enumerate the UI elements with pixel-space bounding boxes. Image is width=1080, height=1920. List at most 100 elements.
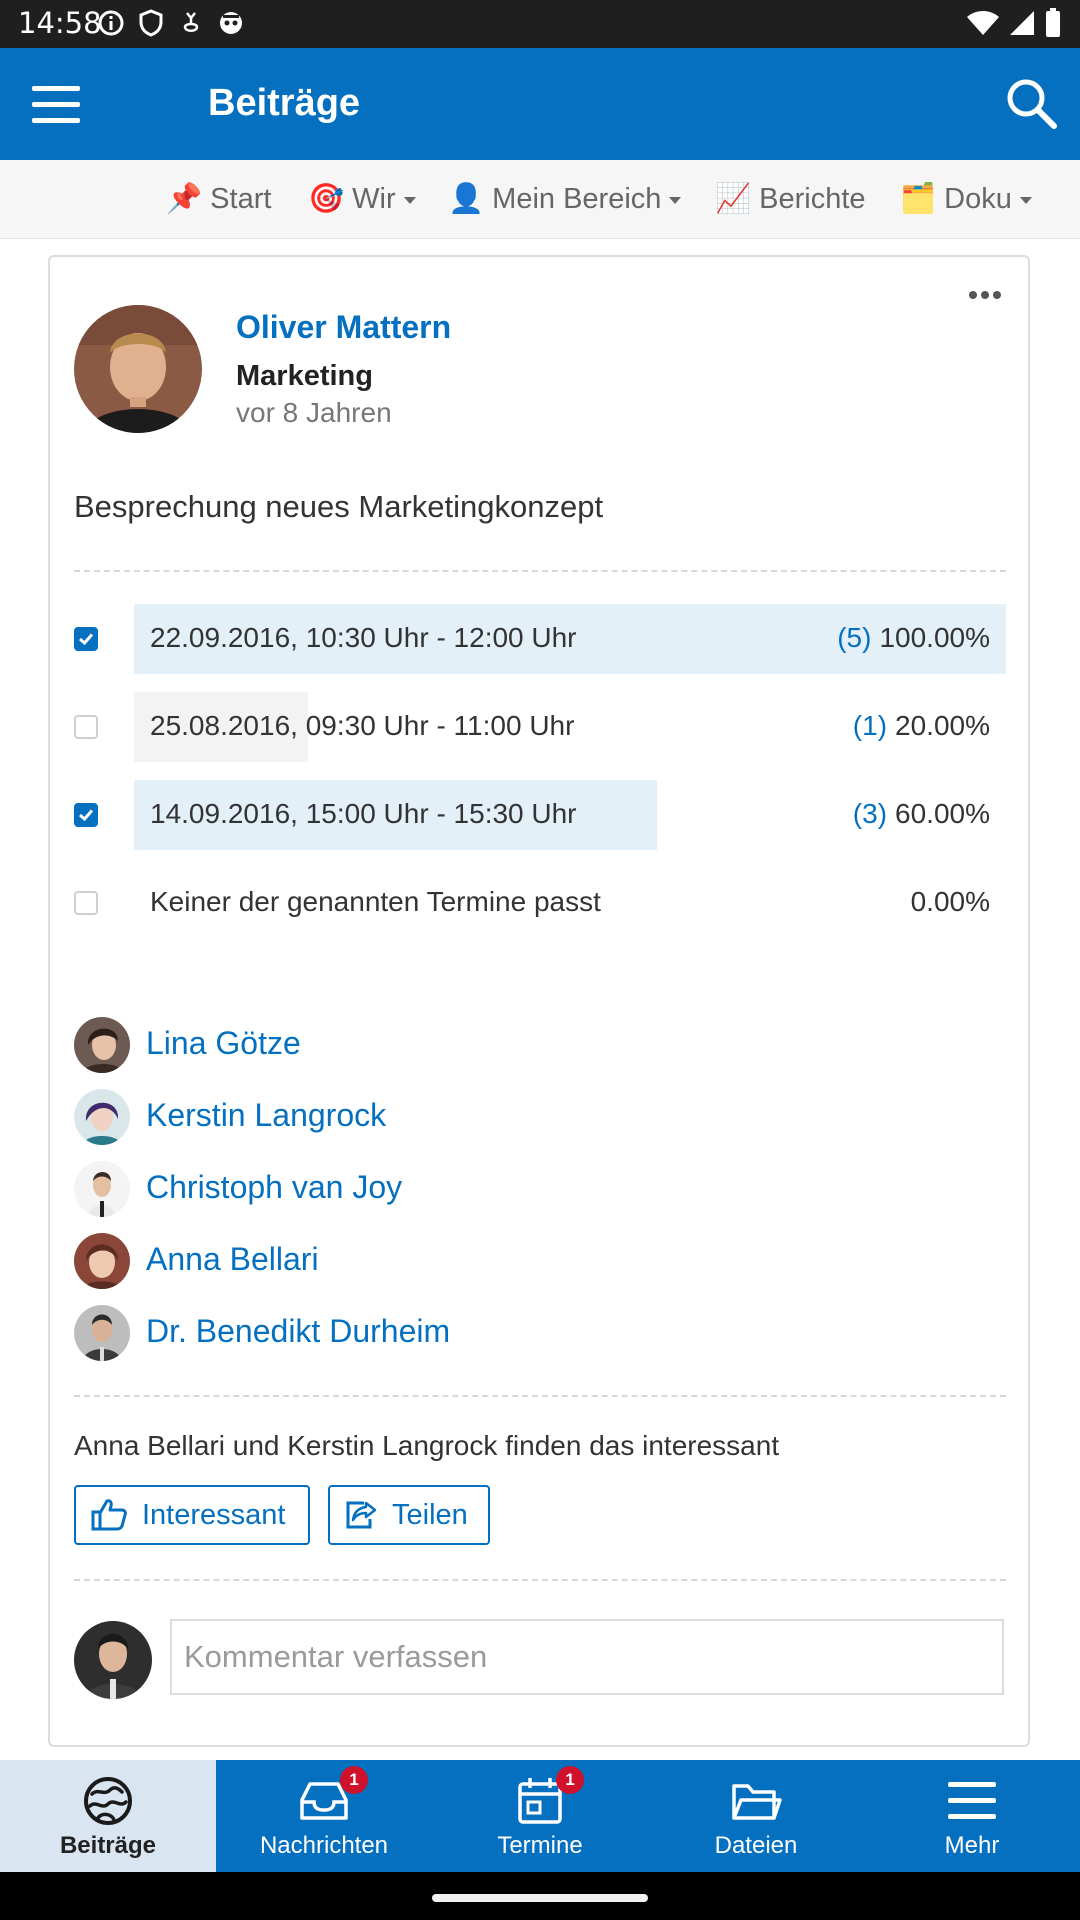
- vote-percent: 100.00%: [879, 622, 990, 653]
- poll-checkbox[interactable]: [74, 627, 98, 651]
- voter-item[interactable]: Lina Götze: [74, 1017, 674, 1075]
- voter-name[interactable]: Anna Bellari: [146, 1241, 319, 1278]
- notification-badge: 1: [556, 1766, 584, 1794]
- likes-summary: Anna Bellari und Kerstin Langrock finden…: [74, 1430, 780, 1461]
- beitraege-icon: [84, 1777, 132, 1825]
- author-department: Marketing: [236, 360, 373, 392]
- check-icon: [79, 633, 94, 646]
- nav-item-wir[interactable]: 🎯 Wir: [308, 182, 416, 216]
- vote-count[interactable]: (1): [853, 710, 887, 741]
- status-bar: 14:58: [0, 0, 1080, 48]
- poll-option[interactable]: 25.08.2016, 09:30 Uhr - 11:00 Uhr (1) 20.…: [74, 692, 1006, 762]
- info-icon: [96, 8, 126, 38]
- poll-option-label: 22.09.2016, 10:30 Uhr - 12:00 Uhr: [150, 622, 577, 653]
- tab-dateien[interactable]: Dateien: [648, 1760, 864, 1872]
- poll-option[interactable]: 14.09.2016, 15:00 Uhr - 15:30 Uhr (3) 60.…: [74, 780, 1006, 850]
- home-gesture-handle[interactable]: [432, 1894, 648, 1902]
- voter-item[interactable]: Anna Bellari: [74, 1233, 674, 1291]
- poll-option-label: 14.09.2016, 15:00 Uhr - 15:30 Uhr: [150, 798, 577, 829]
- author-avatar[interactable]: [74, 305, 202, 433]
- voter-name[interactable]: Christoph van Joy: [146, 1169, 402, 1206]
- search-icon: [1007, 79, 1057, 129]
- face-icon: [216, 8, 246, 38]
- wifi-icon: [966, 9, 1000, 42]
- network-icon: [176, 8, 206, 38]
- voter-avatar[interactable]: [74, 1161, 130, 1217]
- nav-item-start[interactable]: 📌 Start: [166, 182, 271, 216]
- voter-item[interactable]: Christoph van Joy: [74, 1161, 674, 1219]
- comment-input[interactable]: [170, 1619, 1004, 1695]
- tab-beitraege[interactable]: Beiträge: [0, 1760, 216, 1872]
- divider: [74, 1579, 1006, 1581]
- poll-option-stat: (5) 100.00%: [837, 622, 990, 654]
- tab-nachrichten[interactable]: 1 Nachrichten: [216, 1760, 432, 1872]
- voter-item[interactable]: Dr. Benedikt Durheim: [74, 1305, 674, 1363]
- divider: [74, 1395, 1006, 1397]
- gesture-bar: [0, 1872, 1080, 1920]
- voter-item[interactable]: Kerstin Langrock: [74, 1089, 674, 1147]
- poll-option[interactable]: Keiner der genannten Termine passt 0.00%: [74, 868, 1006, 938]
- user-icon: 👤: [448, 183, 485, 215]
- more-options-button[interactable]: [968, 287, 1002, 299]
- shield-icon: [136, 8, 166, 38]
- tab-label: Dateien: [714, 1832, 798, 1859]
- target-icon: 🎯: [308, 183, 345, 215]
- app-bar: Beiträge: [0, 48, 1080, 160]
- poll-option-label: Keiner der genannten Termine passt: [150, 886, 601, 917]
- tab-mehr[interactable]: Mehr: [864, 1760, 1080, 1872]
- vote-percent: 0.00%: [910, 886, 990, 917]
- voter-avatar[interactable]: [74, 1089, 130, 1145]
- poll-option[interactable]: 22.09.2016, 10:30 Uhr - 12:00 Uhr (5) 100…: [74, 604, 1006, 674]
- tab-label: Termine: [497, 1832, 583, 1859]
- poll-checkbox[interactable]: [74, 891, 98, 915]
- author-name[interactable]: Oliver Mattern: [236, 309, 451, 346]
- vote-percent: 20.00%: [895, 710, 990, 741]
- battery-icon: [1044, 8, 1062, 43]
- interesting-button-label: Interessant: [142, 1498, 286, 1531]
- voter-name[interactable]: Kerstin Langrock: [146, 1097, 386, 1134]
- bottom-tab-bar: Beiträge 1 Nachrichten 1 Termine Dateien…: [0, 1760, 1080, 1872]
- vote-count[interactable]: (5): [837, 622, 871, 653]
- vote-count[interactable]: (3): [853, 798, 887, 829]
- check-icon: [79, 809, 94, 822]
- tab-termine[interactable]: 1 Termine: [432, 1760, 648, 1872]
- thumbs-up-icon: [91, 1499, 127, 1531]
- poll-option-stat: 0.00%: [911, 886, 990, 918]
- share-button[interactable]: Teilen: [328, 1485, 490, 1545]
- chevron-down-icon: [1019, 196, 1032, 204]
- voter-name[interactable]: Dr. Benedikt Durheim: [146, 1313, 450, 1350]
- more-horizontal-icon: [969, 291, 1001, 299]
- post-title: Besprechung neues Marketingkonzept: [74, 489, 604, 524]
- page-title: Beiträge: [208, 82, 361, 124]
- share-button-label: Teilen: [392, 1498, 468, 1531]
- divider: [74, 570, 1006, 572]
- poll-option-stat: (1) 20.00%: [853, 710, 990, 742]
- vote-percent: 60.00%: [895, 798, 990, 829]
- voter-avatar[interactable]: [74, 1017, 130, 1073]
- tab-label: Nachrichten: [259, 1832, 389, 1859]
- folder-icon: [732, 1784, 782, 1820]
- voter-avatar[interactable]: [74, 1305, 130, 1361]
- status-time: 14:58: [18, 6, 102, 40]
- nav-item-mein-bereich[interactable]: 👤 Mein Bereich: [448, 182, 682, 216]
- current-user-avatar: [74, 1621, 152, 1699]
- hamburger-menu-button[interactable]: [28, 82, 84, 128]
- poll-option-stat: (3) 60.00%: [853, 798, 990, 830]
- search-button[interactable]: [1004, 76, 1060, 132]
- menu-icon: [948, 1782, 996, 1819]
- poll-checkbox[interactable]: [74, 803, 98, 827]
- chart-icon: 📈: [715, 183, 752, 215]
- voter-name[interactable]: Lina Götze: [146, 1025, 301, 1062]
- poll-checkbox[interactable]: [74, 715, 98, 739]
- post-timestamp: vor 8 Jahren: [236, 397, 392, 428]
- folder-dividers-icon: 🗂️: [900, 183, 937, 215]
- tab-label: Beiträge: [59, 1832, 157, 1859]
- voter-avatar[interactable]: [74, 1233, 130, 1289]
- nav-item-doku[interactable]: 🗂️ Doku: [900, 182, 1032, 216]
- interesting-button[interactable]: Interessant: [74, 1485, 310, 1545]
- notification-badge: 1: [340, 1766, 368, 1794]
- nav-item-berichte[interactable]: 📈 Berichte: [715, 182, 866, 216]
- poll-option-label: 25.08.2016, 09:30 Uhr - 11:00 Uhr: [150, 710, 575, 741]
- signal-icon: [1008, 9, 1036, 42]
- chevron-down-icon: [669, 196, 682, 204]
